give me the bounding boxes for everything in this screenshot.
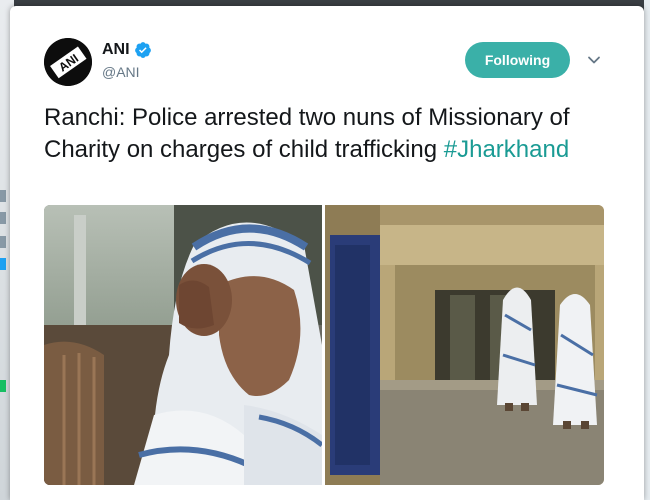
avatar[interactable]: ANI	[44, 38, 92, 86]
tweet-media	[44, 205, 604, 485]
tweet-photo-2[interactable]	[325, 205, 604, 485]
tweet-text: Ranchi: Police arrested two nuns of Miss…	[44, 102, 604, 166]
verified-badge-icon	[134, 42, 151, 58]
background-page-right	[644, 0, 650, 500]
background-fragment	[0, 190, 6, 202]
photo-nuns-walking	[325, 205, 604, 485]
background-fragment	[0, 380, 6, 392]
hashtag-link[interactable]: #Jharkhand	[444, 136, 569, 163]
tweet-modal: ANI ANI @ANI Following Ranchi: Police ar…	[10, 6, 644, 500]
background-fragment	[0, 258, 6, 270]
author-handle[interactable]: @ANI	[102, 64, 140, 80]
author-name-row: ANI	[102, 41, 152, 59]
chevron-down-icon[interactable]	[587, 53, 601, 67]
author-display-name[interactable]: ANI	[102, 41, 130, 59]
following-button[interactable]: Following	[465, 42, 570, 78]
photo-nun-in-vehicle	[44, 205, 322, 485]
background-fragment	[0, 212, 6, 224]
ani-logo-icon: ANI	[44, 38, 92, 86]
tweet-photo-1[interactable]	[44, 205, 322, 485]
background-fragment	[0, 236, 6, 248]
